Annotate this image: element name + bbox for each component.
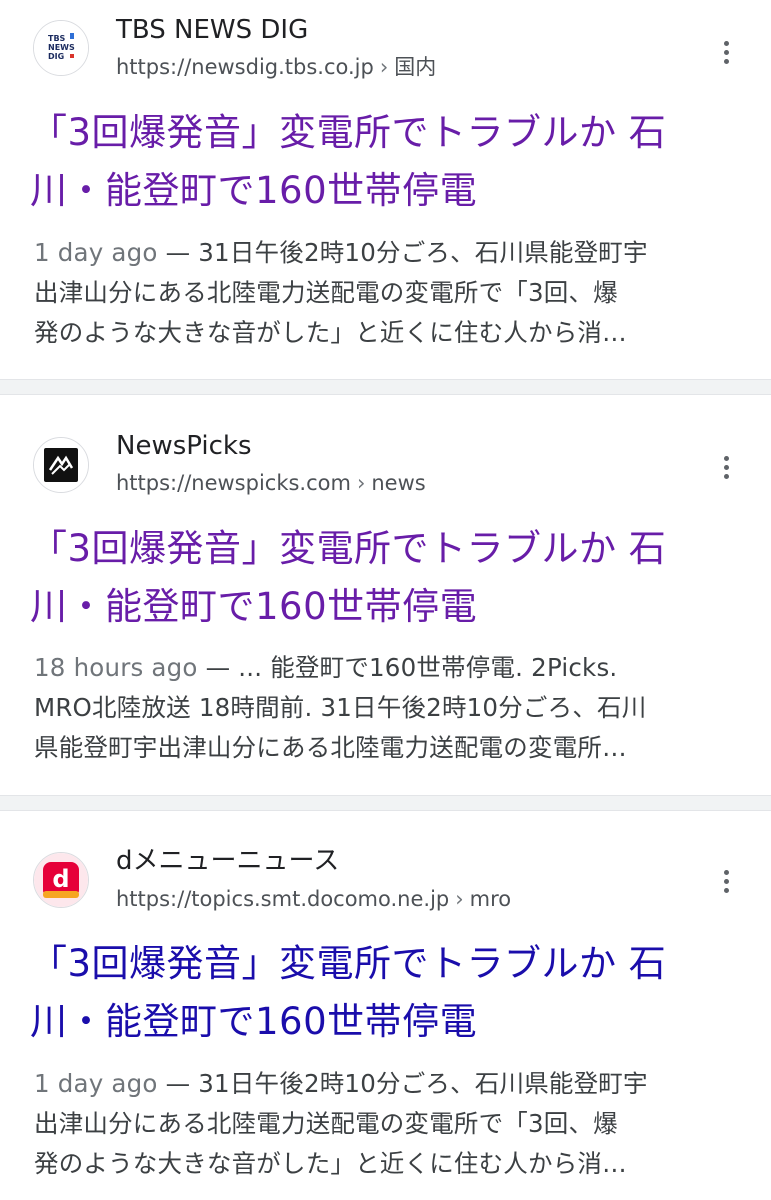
title-line: 「3回爆発音」変電所でトラブルか 石 <box>30 111 667 154</box>
snippet-date: 1 day ago <box>34 238 158 267</box>
favicon-text-tbs: TBS <box>48 34 66 43</box>
more-options-button[interactable] <box>708 445 744 489</box>
breadcrumb-separator-icon: › <box>455 887 464 911</box>
snippet-text: 県能登町宇出津山分にある北陸電力送配電の変電所… <box>34 733 627 762</box>
site-url[interactable]: https://topics.smt.docomo.ne.jp › mro <box>116 885 511 913</box>
more-vert-icon <box>723 455 729 461</box>
site-name: TBS NEWS DIG <box>116 15 309 45</box>
result-snippet: 1 day ago — 31日午後2時10分ごろ、石川県能登町宇 出津山分にある… <box>34 1064 724 1184</box>
more-options-button[interactable] <box>708 859 744 903</box>
title-line: 「3回爆発音」変電所でトラブルか 石 <box>30 527 667 570</box>
snippet-text: 発のような大きな音がした」と近くに住む人から消… <box>34 318 627 347</box>
favicon-text-dig: DIG <box>48 52 64 61</box>
more-options-button[interactable] <box>708 30 744 74</box>
snippet-text: — 31日午後2時10分ごろ、石川県能登町宇 <box>157 1069 648 1098</box>
search-result-card: NewsPicks https://newspicks.com › news 「3回… <box>0 395 771 795</box>
url-text: https://topics.smt.docomo.ne.jp <box>116 887 450 911</box>
favicon-letter: d <box>52 865 69 893</box>
search-results: TBS NEWS DIG TBS NEWS DIG https://newsdi… <box>0 0 771 1200</box>
snippet-text: 出津山分にある北陸電力送配電の変電所で「3回、爆 <box>34 1109 618 1138</box>
site-url[interactable]: https://newspicks.com › news <box>116 469 426 497</box>
site-name: NewsPicks <box>116 431 252 461</box>
snippet-date: 18 hours ago <box>34 653 198 682</box>
site-url[interactable]: https://newsdig.tbs.co.jp › 国内 <box>116 53 436 81</box>
url-breadcrumb: news <box>371 471 426 495</box>
title-line: 川・能登町で160世帯停電 <box>30 169 478 212</box>
url-breadcrumb: 国内 <box>394 55 437 79</box>
result-title-link[interactable]: 「3回爆発音」変電所でトラブルか 石 川・能登町で160世帯停電 <box>30 935 735 1051</box>
newspicks-favicon-icon <box>33 437 89 493</box>
snippet-text: — 31日午後2時10分ごろ、石川県能登町宇 <box>157 238 648 267</box>
snippet-text: 出津山分にある北陸電力送配電の変電所で「3回、爆 <box>34 278 618 307</box>
search-result-card: TBS NEWS DIG TBS NEWS DIG https://newsdi… <box>0 0 771 380</box>
result-divider <box>0 379 771 395</box>
result-title-link[interactable]: 「3回爆発音」変電所でトラブルか 石 川・能登町で160世帯停電 <box>30 104 735 220</box>
d-menu-news-favicon-icon: d <box>33 852 89 908</box>
snippet-text: 発のような大きな音がした」と近くに住む人から消… <box>34 1149 627 1178</box>
favicon-text-news: NEWS <box>48 43 75 52</box>
result-title-link[interactable]: 「3回爆発音」変電所でトラブルか 石 川・能登町で160世帯停電 <box>30 520 735 636</box>
more-vert-icon <box>723 869 729 875</box>
snippet-date: 1 day ago <box>34 1069 158 1098</box>
url-text: https://newspicks.com <box>116 471 351 495</box>
breadcrumb-separator-icon: › <box>356 471 366 495</box>
url-text: https://newsdig.tbs.co.jp <box>116 55 374 79</box>
result-snippet: 1 day ago — 31日午後2時10分ごろ、石川県能登町宇 出津山分にある… <box>34 233 724 353</box>
title-line: 「3回爆発音」変電所でトラブルか 石 <box>30 942 667 985</box>
snippet-text: MRO北陸放送 18時間前. 31日午後2時10分ごろ、石川 <box>34 693 647 722</box>
title-line: 川・能登町で160世帯停電 <box>30 585 478 628</box>
url-breadcrumb: mro <box>469 887 512 911</box>
title-line: 川・能登町で160世帯停電 <box>30 1000 478 1043</box>
tbs-news-dig-favicon-icon: TBS NEWS DIG <box>33 20 89 76</box>
site-name: dメニューニュース <box>116 846 340 876</box>
more-vert-icon <box>723 40 729 46</box>
result-snippet: 18 hours ago — ... 能登町で160世帯停電. 2Picks. … <box>34 648 724 768</box>
breadcrumb-separator-icon: › <box>379 55 389 79</box>
search-result-card: d dメニューニュース https://topics.smt.docomo.ne… <box>0 811 771 1200</box>
snippet-text: — ... 能登町で160世帯停電. 2Picks. <box>197 653 618 682</box>
result-divider <box>0 795 771 811</box>
